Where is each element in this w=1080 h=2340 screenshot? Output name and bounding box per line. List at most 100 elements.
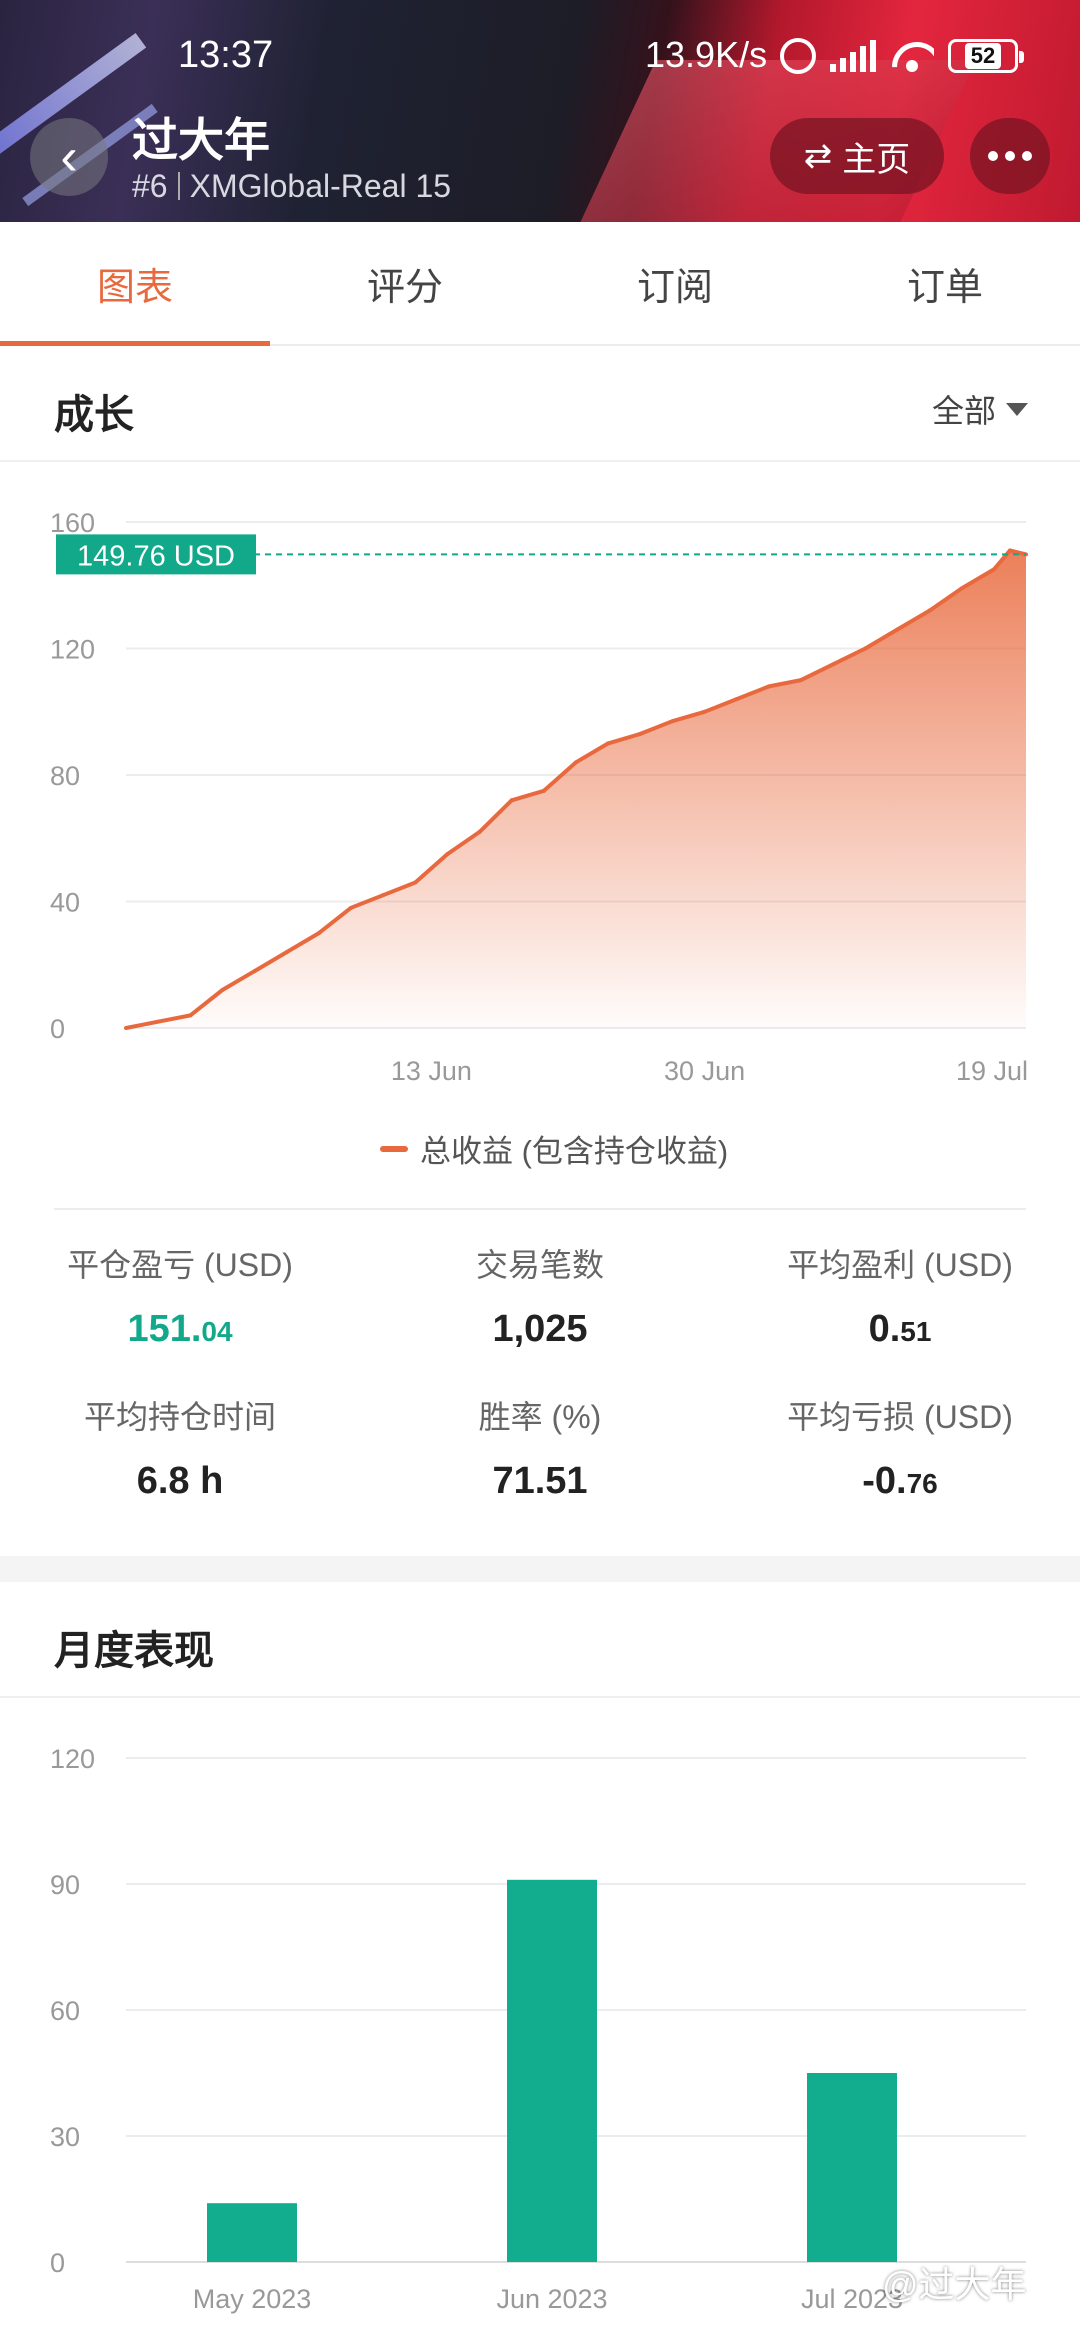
monthly-bar [207,2203,297,2262]
growth-point [541,788,546,793]
range-filter-dropdown[interactable]: 全部 [932,386,1028,432]
stat-label: 胜率 (%) [478,1399,602,1435]
stats-grid: 平仓盈亏 (USD) 151.04 交易笔数 1,025 平均盈利 (USD) … [0,1240,1080,1540]
stat-win-rate: 胜率 (%) 71.51 [360,1392,720,1503]
stat-label: 平均亏损 (USD) [787,1399,1013,1435]
account-name: XMGlobal-Real 15 [189,168,452,204]
growth-point [831,662,836,667]
back-button[interactable]: ‹ [30,118,108,196]
watermark: @过大年 [882,2264,1027,2305]
y-tick-label: 90 [50,1870,80,1900]
growth-legend: 总收益 (包含持仓收益) [380,1126,728,1171]
monthly-bar [807,2073,897,2262]
growth-point [413,880,418,885]
growth-area [126,550,1026,1028]
back-arrow-icon: ‹ [60,128,78,186]
more-button[interactable] [970,118,1050,194]
growth-point [863,646,868,651]
monthly-title: 月度表现 [54,1629,214,1673]
x-tick-label: May 2023 [193,2284,312,2314]
tab-chart[interactable]: 图表 [0,222,270,346]
x-tick-label: Jun 2023 [496,2284,607,2314]
growth-point [316,931,321,936]
growth-point [124,1026,128,1030]
y-tick-label: 30 [50,2122,80,2152]
growth-point [766,684,771,689]
x-tick-label: 13 Jun [391,1056,472,1086]
caret-down-icon [1006,402,1028,416]
monthly-header: 月度表现 [0,1584,1080,1698]
x-tick-label: 19 Jul [956,1056,1028,1086]
growth-point [188,1013,193,1018]
growth-chart-svg: 0 40 80 120 160 13 Jun 30 Jun 19 Jul 149.76 USD [50,508,1028,1086]
stat-value: 0.51 [868,1308,932,1350]
stat-label: 平均持仓时间 [83,1399,276,1435]
battery-level: 52 [964,43,1002,69]
stat-label: 平均盈利 (USD) [787,1247,1013,1283]
growth-point [156,1019,161,1024]
growth-point [349,905,353,910]
page-title: 过大年 [132,114,270,166]
growth-point [702,709,707,714]
more-icon [988,151,998,161]
growth-point [284,950,289,955]
stat-value: 1,025 [492,1308,588,1350]
growth-point [252,969,257,974]
stat-closed-pnl: 平仓盈亏 (USD) 151.04 [0,1240,360,1351]
current-value-label: 149.76 USD [77,540,235,572]
y-tick-label: 60 [50,1996,80,2026]
y-tick-label: 160 [50,508,95,538]
tab-subscribe[interactable]: 订阅 [540,222,810,344]
growth-chart: 0 40 80 120 160 13 Jun 30 Jun 19 Jul 149.76 USD [0,462,1080,1192]
growth-title: 成长 [54,393,134,437]
growth-header: 成长 全部 [0,348,1080,462]
growth-point [927,608,932,613]
legend-label: 总收益 (包含持仓收益) [420,1134,729,1169]
status-time: 13:37 [178,34,274,76]
legend-swatch [380,1145,408,1152]
growth-point [1007,548,1012,553]
y-tick-label: 40 [50,888,80,918]
battery-icon: 52 [948,39,1024,73]
growth-point [606,741,611,746]
stat-value: 71.51 [492,1460,588,1502]
growth-point [477,829,482,834]
tab-bar: 图表 评分 订阅 订单 [0,222,1080,346]
stat-value: 151.04 [127,1308,233,1350]
y-tick-label: 120 [50,635,95,665]
x-tick-label: 30 Jun [664,1056,745,1086]
tab-score[interactable]: 评分 [270,222,540,344]
monthly-bar [507,1879,597,2262]
growth-point [734,697,739,702]
growth-point [895,627,900,632]
section-separator [0,1556,1080,1582]
growth-point [799,678,803,683]
growth-point [638,731,643,736]
tab-orders[interactable]: 订单 [810,222,1080,344]
swap-icon: ⇄ [803,137,833,175]
growth-point [381,893,386,898]
growth-point [445,852,450,857]
monthly-chart: 0 30 60 90 120 May 2023 Jun 2023 Jul 2023 [0,1700,1080,2340]
y-tick-label: 0 [50,2248,65,2278]
home-button-label: 主页 [842,140,911,179]
account-subtitle: #6 XMGlobal-Real 15 [132,168,451,205]
stat-avg-profit: 平均盈利 (USD) 0.51 [720,1240,1080,1351]
network-speed: 13.9K/s [645,34,768,75]
stat-value: -0.76 [862,1460,938,1502]
y-tick-label: 80 [50,761,80,791]
growth-point [991,567,996,572]
home-button[interactable]: ⇄ 主页 [770,118,944,194]
wifi-icon [890,40,934,72]
stat-label: 交易笔数 [475,1247,604,1283]
growth-point [670,719,675,724]
status-bar: 13:37 13.9K/s 52 [0,30,1080,90]
growth-point [509,798,514,803]
growth-point [574,760,578,765]
stat-avg-hold-time: 平均持仓时间 6.8 h [0,1392,360,1503]
stat-label: 平仓盈亏 (USD) [67,1247,293,1283]
signal-icon [830,40,876,72]
stat-trade-count: 交易笔数 1,025 [360,1240,720,1351]
stat-avg-loss: 平均亏损 (USD) -0.76 [720,1392,1080,1503]
growth-point [959,586,964,591]
